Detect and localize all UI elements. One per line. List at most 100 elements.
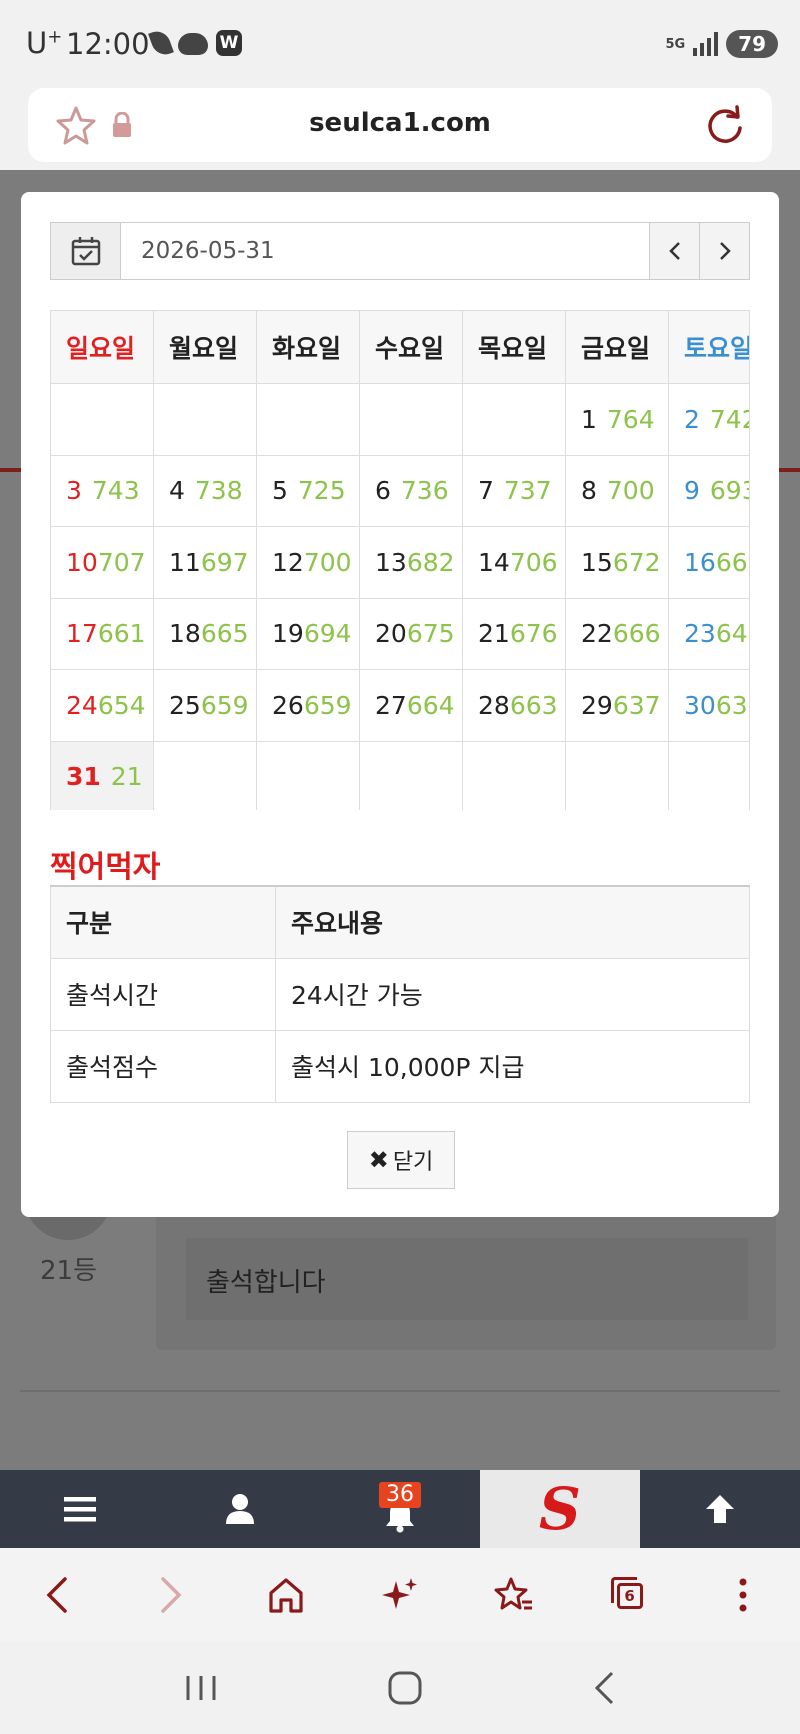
next-month-button[interactable] [699, 223, 749, 279]
backdrop-rank: 21등 [40, 1256, 98, 1286]
day-number: 26 [272, 690, 304, 720]
attendance-count: 663 [509, 690, 558, 720]
weekday-header: 목요일 [462, 310, 566, 384]
status-time: 12:00 [66, 27, 150, 61]
tabs-button[interactable]: 6 [571, 1548, 685, 1642]
info-cell-label: 출석시간 [50, 957, 276, 1031]
attendance-count: 672 [612, 547, 661, 577]
back-nav-icon[interactable] [592, 1670, 616, 1706]
calendar-day-cell[interactable]: 16663 [668, 526, 749, 599]
calendar-empty-cell [50, 383, 154, 456]
status-bar: U+ 12:00 W 5G 79 [0, 0, 800, 86]
recent-apps-icon[interactable] [184, 1673, 218, 1703]
calendar-day-cell[interactable]: 26659 [256, 669, 360, 742]
calendar-empty-cell [153, 383, 257, 456]
prev-month-button[interactable] [649, 223, 699, 279]
weekday-header: 화요일 [256, 310, 360, 384]
calendar-day-cell[interactable]: 30635 [668, 669, 749, 742]
calendar-day-cell[interactable]: 8 700 [565, 454, 669, 527]
calendar-day-cell[interactable]: 2 742 [668, 383, 749, 456]
user-icon [226, 1494, 254, 1524]
attendance-calendar: 일요일월요일화요일수요일목요일금요일토요일 176427423743473857… [50, 310, 750, 810]
date-input[interactable] [121, 223, 649, 279]
calendar-day-cell[interactable]: 25659 [153, 669, 257, 742]
calendar-day-cell[interactable]: 29637 [565, 669, 669, 742]
close-icon: ✖ [368, 1146, 389, 1174]
calendar-day-cell[interactable]: 20675 [359, 597, 463, 670]
profile-button[interactable] [160, 1470, 320, 1548]
info-cell-value: 24시간 가능 [275, 957, 750, 1031]
calendar-day-cell[interactable]: 1 764 [565, 383, 669, 456]
calendar-day-cell[interactable]: 9 693 [668, 454, 749, 527]
calendar-day-cell[interactable]: 10707 [50, 526, 154, 599]
calendar-day-cell[interactable]: 27664 [359, 669, 463, 742]
calendar-day-cell[interactable]: 3 743 [50, 454, 154, 527]
attendance-count: 694 [303, 619, 352, 649]
site-bottom-nav: 36 S [0, 1470, 800, 1548]
calendar-day-cell[interactable]: 15672 [565, 526, 669, 599]
attendance-count: 21 [110, 762, 143, 792]
day-number: 14 [478, 547, 510, 577]
day-number: 13 [375, 547, 407, 577]
calendar-week-row: 17661186651969420675216762266623641 [50, 597, 749, 670]
calendar-empty-cell [462, 383, 566, 456]
calendar-week-row: 10707116971270013682147061567216663 [50, 526, 749, 599]
bookmarks-button[interactable] [457, 1548, 571, 1642]
address-bar[interactable]: seulca1.com [28, 88, 772, 162]
calendar-day-cell[interactable]: 23641 [668, 597, 749, 670]
attendance-count: 697 [200, 547, 249, 577]
calendar-day-cell[interactable]: 12700 [256, 526, 360, 599]
network-type-icon: 5G [665, 36, 686, 52]
sparkle-icon [381, 1578, 417, 1609]
system-indicators: 5G 79 [665, 30, 778, 58]
attendance-count: 659 [200, 690, 249, 720]
calendar-empty-cell [462, 740, 566, 810]
day-number: 23 [684, 619, 716, 649]
url-text[interactable]: seulca1.com [28, 108, 772, 138]
notifications-button[interactable]: 36 [320, 1470, 480, 1548]
home-nav-icon[interactable] [387, 1670, 423, 1706]
calendar-day-cell[interactable]: 17661 [50, 597, 154, 670]
home-button[interactable] [229, 1548, 343, 1642]
info-table-header: 구분 주요내용 [50, 885, 750, 959]
calendar-day-cell[interactable]: 6 736 [359, 454, 463, 527]
calendar-day-cell[interactable]: 13682 [359, 526, 463, 599]
battery-indicator: 79 [726, 30, 778, 58]
calendar-day-cell[interactable]: 14706 [462, 526, 566, 599]
calendar-empty-cell [256, 383, 360, 456]
attendance-count: 663 [715, 547, 749, 577]
calendar-day-cell[interactable]: 22666 [565, 597, 669, 670]
day-number: 11 [169, 547, 201, 577]
day-number: 3 [66, 476, 82, 506]
forward-button[interactable] [114, 1548, 228, 1642]
menu-button[interactable] [0, 1470, 160, 1548]
calendar-day-cell[interactable]: 19694 [256, 597, 360, 670]
calendar-day-cell[interactable]: 5 725 [256, 454, 360, 527]
calendar-icon[interactable] [51, 223, 121, 279]
calendar-day-cell[interactable]: 11697 [153, 526, 257, 599]
notification-icons: W [148, 27, 242, 59]
day-number: 10 [66, 547, 98, 577]
calendar-day-cell[interactable]: 24654 [50, 669, 154, 742]
calendar-day-cell[interactable]: 21676 [462, 597, 566, 670]
site-logo-button[interactable]: S [480, 1470, 640, 1548]
signal-strength-icon [693, 32, 719, 56]
close-button[interactable]: ✖ 닫기 [347, 1131, 455, 1189]
attendance-count: 641 [715, 619, 749, 649]
attendance-count: 707 [97, 547, 146, 577]
calendar-day-cell[interactable]: 4 738 [153, 454, 257, 527]
attendance-count: 738 [194, 476, 243, 506]
more-options-button[interactable] [686, 1548, 800, 1642]
hamburger-menu-icon [64, 1497, 96, 1522]
calendar-day-cell[interactable]: 31 21 [50, 740, 154, 810]
scroll-top-button[interactable] [640, 1470, 800, 1548]
backdrop-comment-text: 출석합니다 [206, 1268, 326, 1298]
calendar-day-cell[interactable]: 18665 [153, 597, 257, 670]
back-button[interactable] [0, 1548, 114, 1642]
calendar-day-cell[interactable]: 7 737 [462, 454, 566, 527]
attendance-count: 743 [91, 476, 140, 506]
day-number: 27 [375, 690, 407, 720]
reload-icon[interactable] [704, 104, 746, 146]
ai-assistant-button[interactable] [343, 1548, 457, 1642]
calendar-day-cell[interactable]: 28663 [462, 669, 566, 742]
